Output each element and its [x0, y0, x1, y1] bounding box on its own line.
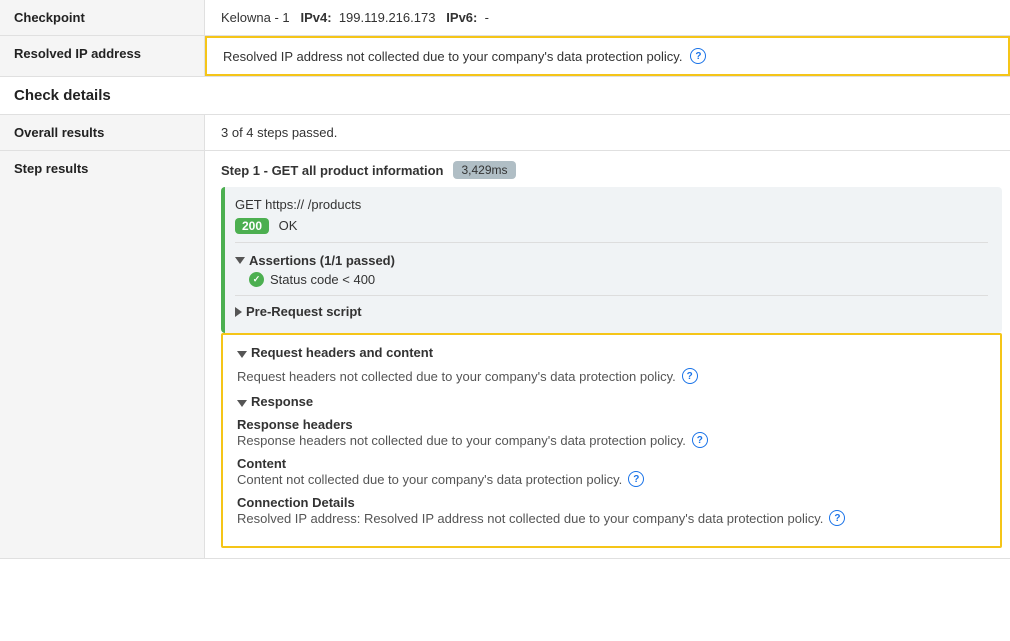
content-label: Content [237, 456, 986, 471]
connection-policy: Resolved IP address: Resolved IP address… [237, 510, 986, 526]
connection-help-icon[interactable]: ? [829, 510, 845, 526]
connection-details-label: Connection Details [237, 495, 986, 510]
status-text: OK [279, 218, 298, 233]
response-section: Response Response headers Response heade… [237, 394, 986, 526]
assertions-triangle-icon [235, 257, 245, 264]
page: Checkpoint Kelowna - 1 IPv4: 199.119.216… [0, 0, 1010, 641]
response-triangle-icon [237, 400, 247, 407]
check-details-header: Check details [0, 77, 1010, 115]
checkpoint-row: Checkpoint Kelowna - 1 IPv4: 199.119.216… [0, 0, 1010, 36]
request-headers-help-icon[interactable]: ? [682, 368, 698, 384]
yellow-highlighted-box: Request headers and content Request head… [221, 333, 1002, 548]
content-help-icon[interactable]: ? [628, 471, 644, 487]
response-headers-policy: Response headers not collected due to yo… [237, 432, 986, 448]
step-content-inner: GET https:// /products 200 OK Asser [221, 187, 1002, 333]
response-headers-label: Response headers [237, 417, 986, 432]
get-url: GET https:// /products [235, 197, 988, 212]
request-headers-label: Request headers and content [251, 345, 433, 360]
check-icon [249, 272, 264, 287]
response-collapse[interactable]: Response [237, 394, 986, 413]
step-results-value: Step 1 - GET all product information 3,4… [205, 151, 1010, 558]
resolved-ip-value: Resolved IP address not collected due to… [205, 36, 1010, 76]
assertions-section: Assertions (1/1 passed) Status code < 40… [235, 253, 988, 287]
divider-1 [235, 242, 988, 243]
overall-results-row: Overall results 3 of 4 steps passed. [0, 115, 1010, 151]
resolved-ip-message: Resolved IP address not collected due to… [223, 49, 682, 64]
content-policy: Content not collected due to your compan… [237, 471, 986, 487]
overall-results-value: 3 of 4 steps passed. [205, 115, 1010, 150]
ipv6-value: - [485, 10, 489, 25]
request-headers-policy: Request headers not collected due to you… [237, 368, 986, 384]
resolved-ip-help-icon[interactable]: ? [690, 48, 706, 64]
step-content-box: GET https:// /products 200 OK Asser [221, 187, 1002, 333]
ipv4-label: IPv4: [301, 10, 332, 25]
status-badge: 200 [235, 218, 269, 234]
response-headers-help-icon[interactable]: ? [692, 432, 708, 448]
response-label: Response [251, 394, 313, 409]
step-ms-badge: 3,429ms [453, 161, 515, 179]
assertion-text: Status code < 400 [270, 272, 375, 287]
status-row: 200 OK [235, 218, 988, 234]
step-results-label: Step results [0, 151, 205, 558]
assertion-item: Status code < 400 [249, 272, 988, 287]
step-header: Step 1 - GET all product information 3,4… [205, 161, 1010, 187]
ipv6-label: IPv6: [446, 10, 477, 25]
step-title: Step 1 - GET all product information [221, 163, 443, 178]
assertions-label: Assertions (1/1 passed) [249, 253, 395, 268]
step-results-row: Step results Step 1 - GET all product in… [0, 151, 1010, 559]
resolved-ip-label: Resolved IP address [0, 36, 205, 76]
checkpoint-location: Kelowna - 1 [221, 10, 290, 25]
pre-request-triangle-icon [235, 307, 242, 317]
divider-2 [235, 295, 988, 296]
request-headers-section: Request headers and content Request head… [237, 345, 986, 384]
ipv4-value: 199.119.216.173 [339, 10, 436, 25]
pre-request-label: Pre-Request script [246, 304, 362, 319]
assertions-collapse[interactable]: Assertions (1/1 passed) [235, 253, 988, 268]
request-headers-triangle-icon [237, 351, 247, 358]
checkpoint-value: Kelowna - 1 IPv4: 199.119.216.173 IPv6: … [205, 0, 1010, 35]
overall-results-label: Overall results [0, 115, 205, 150]
request-headers-collapse[interactable]: Request headers and content [237, 345, 986, 364]
pre-request-collapse[interactable]: Pre-Request script [235, 304, 988, 319]
checkpoint-label: Checkpoint [0, 0, 205, 35]
resolved-ip-row: Resolved IP address Resolved IP address … [0, 36, 1010, 77]
